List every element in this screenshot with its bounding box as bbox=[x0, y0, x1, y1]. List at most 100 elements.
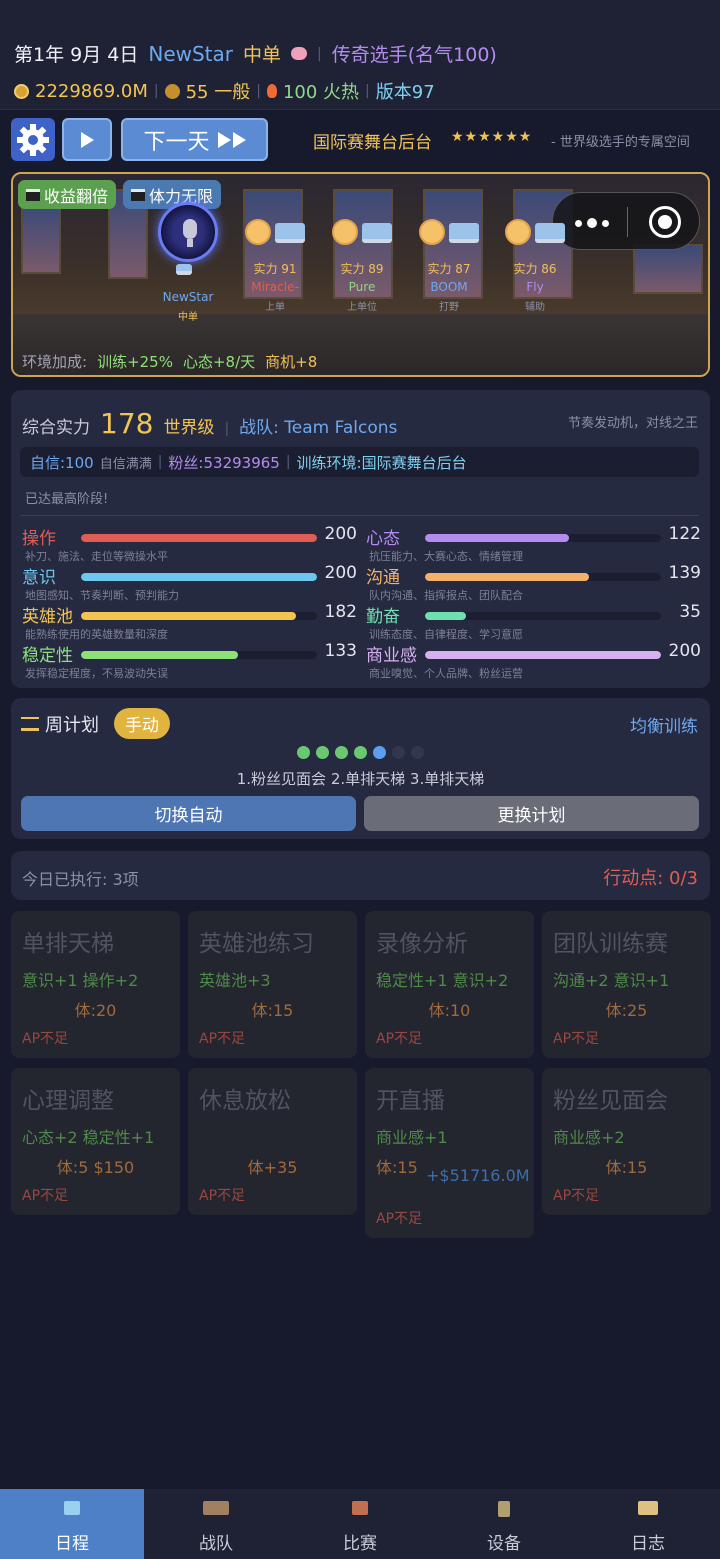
tab-schedule[interactable]: 日程 bbox=[0, 1489, 144, 1559]
teammate-strength: 实力 87 bbox=[427, 262, 471, 276]
tab-log[interactable]: 日志 bbox=[576, 1489, 720, 1559]
unlimited-stamina-tag: 体力无限 bbox=[123, 180, 222, 209]
action-effect: 心态+2 稳定性+1 bbox=[22, 1128, 155, 1147]
switch-auto-button[interactable]: 切换自动 bbox=[21, 796, 356, 831]
tab-label: 日志 bbox=[631, 1534, 665, 1554]
env-mentality: 心态+8/天 bbox=[182, 353, 256, 371]
tab-match[interactable]: 比赛 bbox=[288, 1489, 432, 1559]
plan-header: 周计划 bbox=[21, 711, 99, 737]
weekly-plan-card: 周计划 手动 均衡训练 1.粉丝见面会 2.单排天梯 3.单排天梯 切换自动 更… bbox=[11, 698, 710, 839]
attribute-description: 训练态度、自律程度、学习意愿 bbox=[369, 628, 523, 641]
fire-icon bbox=[266, 84, 277, 98]
person-icon bbox=[419, 219, 445, 245]
action-card-livestream[interactable]: 开直播 商业感+1 体:15 +$51716.0M AP不足 bbox=[365, 1068, 534, 1238]
scene-window bbox=[21, 204, 61, 274]
close-target-icon[interactable] bbox=[649, 206, 681, 238]
attribute-bar-fill bbox=[425, 573, 590, 581]
stats-card: 综合实力 178 世界级 | 战队: Team Falcons 节奏发动机，对线… bbox=[11, 390, 710, 688]
attribute-value: 122 bbox=[668, 524, 701, 544]
attribute-name: 稳定性 bbox=[22, 646, 73, 666]
attribute-value: 200 bbox=[668, 641, 701, 661]
tab-team[interactable]: 战队 bbox=[144, 1489, 288, 1559]
plan-type[interactable]: 均衡训练 bbox=[630, 712, 698, 737]
person-icon bbox=[505, 219, 531, 245]
env-business: 商机+8 bbox=[265, 353, 318, 371]
plan-progress-dots bbox=[297, 746, 424, 759]
player-avatar-role: 中单 bbox=[178, 312, 198, 323]
attribute-bar bbox=[425, 534, 661, 542]
action-card-hero-practice[interactable]: 英雄池练习 英雄池+3 体:15 AP不足 bbox=[188, 911, 357, 1058]
action-ap-warning: AP不足 bbox=[22, 1188, 69, 1204]
mini-program-capsule bbox=[552, 192, 700, 250]
action-points: 行动点: 0/3 bbox=[603, 868, 698, 889]
teammate-name: Fly bbox=[526, 280, 544, 294]
action-card-mental-adjust[interactable]: 心理调整 心态+2 稳定性+1 体:5 $150 AP不足 bbox=[11, 1068, 180, 1215]
clapper-icon bbox=[26, 188, 40, 201]
rating-value: 55 一般 bbox=[185, 82, 251, 103]
teammate-strength: 实力 91 bbox=[253, 262, 297, 276]
action-title: 团队训练赛 bbox=[553, 931, 668, 957]
overall-label: 综合实力 bbox=[22, 418, 90, 438]
stage-stars: ★★★★★★ bbox=[451, 129, 533, 145]
teammate-role: 上单 bbox=[265, 302, 285, 313]
action-card-solo-ranked[interactable]: 单排天梯 意识+1 操作+2 体:20 AP不足 bbox=[11, 911, 180, 1058]
more-icon[interactable] bbox=[575, 218, 609, 228]
action-ap-warning: AP不足 bbox=[553, 1188, 600, 1204]
fans-value: 粉丝:53293965 bbox=[168, 453, 280, 472]
teammate-role: 上单位 bbox=[347, 302, 377, 313]
player-avatar-name: NewStar bbox=[162, 290, 214, 304]
tab-label: 日程 bbox=[55, 1534, 89, 1554]
laptop-icon bbox=[275, 223, 305, 243]
tab-device[interactable]: 设备 bbox=[432, 1489, 576, 1559]
action-title: 单排天梯 bbox=[22, 931, 114, 957]
attribute-bar bbox=[425, 573, 661, 581]
attribute-value: 133 bbox=[324, 641, 357, 661]
next-day-label: 下一天 bbox=[143, 129, 210, 155]
next-day-button[interactable]: 下一天 bbox=[121, 118, 268, 161]
attribute-row: 稳定性 133 发挥稳定程度，不易波动失误 bbox=[22, 641, 357, 681]
plan-title: 周计划 bbox=[45, 715, 99, 736]
environment-bonus: 环境加成: 训练+25% 心态+8/天 商机+8 bbox=[22, 351, 317, 372]
tag-label: 收益翻倍 bbox=[44, 186, 109, 206]
teammate-role: 打野 bbox=[439, 302, 459, 313]
overall-level: 世界级 bbox=[163, 418, 215, 438]
teammate-role: 辅助 bbox=[525, 302, 545, 313]
log-icon bbox=[638, 1501, 658, 1515]
teammate-name: BOOM bbox=[430, 280, 468, 294]
action-cost: 体:25 bbox=[605, 1001, 648, 1020]
action-card-team-scrim[interactable]: 团队训练赛 沟通+2 意识+1 体:25 AP不足 bbox=[542, 911, 711, 1058]
attribute-bar-fill bbox=[425, 612, 467, 620]
divider: | bbox=[365, 83, 370, 99]
calendar-icon bbox=[64, 1501, 80, 1515]
action-effect: 英雄池+3 bbox=[199, 971, 271, 990]
player-role: 中单 bbox=[243, 44, 282, 66]
tab-label: 战队 bbox=[199, 1534, 233, 1554]
action-ap-warning: AP不足 bbox=[22, 1031, 69, 1047]
change-plan-button[interactable]: 更换计划 bbox=[364, 796, 699, 831]
action-card-rest[interactable]: 休息放松 体+35 AP不足 bbox=[188, 1068, 357, 1215]
today-summary: 今日已执行: 3项 行动点: 0/3 bbox=[11, 851, 710, 900]
attribute-bar-fill bbox=[425, 651, 661, 659]
action-cost: 体:20 bbox=[74, 1001, 117, 1020]
divider: | bbox=[153, 83, 159, 99]
attribute-bar bbox=[81, 534, 317, 542]
attribute-description: 地图感知、节奏判断、预判能力 bbox=[25, 589, 179, 602]
laptop-icon bbox=[535, 223, 565, 243]
play-button[interactable] bbox=[62, 118, 112, 161]
action-card-replay-analysis[interactable]: 录像分析 稳定性+1 意识+2 体:10 AP不足 bbox=[365, 911, 534, 1058]
attribute-value: 200 bbox=[324, 563, 357, 583]
overall-value: 178 bbox=[100, 407, 154, 440]
attribute-name: 商业感 bbox=[366, 646, 417, 666]
stage-name: 国际赛舞台后台 bbox=[313, 133, 432, 153]
rating-icon bbox=[164, 83, 180, 99]
action-cost: 体:15 bbox=[605, 1158, 648, 1177]
money-value: 2229869.0M bbox=[35, 80, 148, 102]
microphone-stand bbox=[187, 239, 193, 247]
action-card-fan-meeting[interactable]: 粉丝见面会 商业感+2 体:15 AP不足 bbox=[542, 1068, 711, 1215]
plan-mode-badge[interactable]: 手动 bbox=[114, 708, 170, 739]
action-cost: 体+35 bbox=[247, 1158, 298, 1177]
info-bar: 自信:100 自信满满 | 粉丝:53293965 | 训练环境:国际赛舞台后台 bbox=[20, 447, 699, 477]
settings-button[interactable] bbox=[11, 118, 55, 161]
teammate-name: Pure bbox=[348, 280, 376, 294]
progress-dot bbox=[297, 746, 310, 759]
